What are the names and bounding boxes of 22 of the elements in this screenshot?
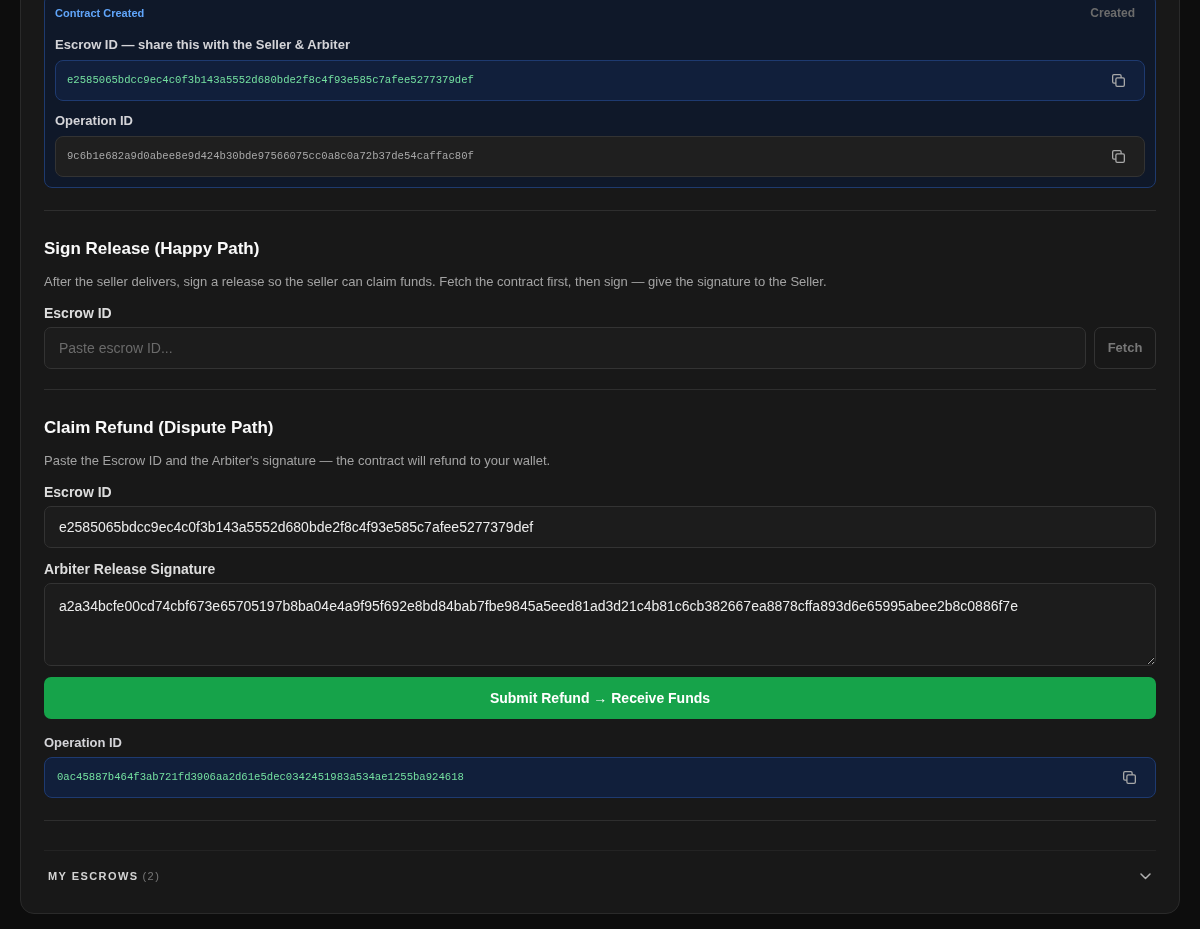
- copy-icon[interactable]: [1123, 771, 1136, 784]
- id-value: e2585065bdcc9ec4c0f3b143a5552d680bde2f8c4f93e585c7afee5277379def: [67, 72, 474, 88]
- signature-field[interactable]: a2a34bcfe00cd74cbf673e65705197b8ba04e4a9f95f692e8bd84bab7fbe9845a5eed81ad3d21c4b81c6cb382667ea8878cffa893d6e65995abee2b8c0886f7e: [44, 583, 1156, 666]
- section-title: Sign Release (Happy Path): [44, 238, 261, 260]
- section-description: Paste the Escrow ID and the Arbiter's signature — the contract will refund to your wallet.: [44, 452, 552, 470]
- input-field[interactable]: Paste escrow ID...: [44, 327, 1086, 369]
- id-value: 9c6b1e682a9d0abee8e9d424b30bde97566075cc0a8c0a72b37de54caffac80f: [67, 148, 474, 164]
- input-field[interactable]: e2585065bdcc9ec4c0f3b143a5552d680bde2f8c4f93e585c7afee5277379def: [44, 506, 1156, 548]
- my-escrows-toggle[interactable]: MY ESCROWS (2): [44, 850, 1156, 901]
- field-label: Operation ID: [44, 734, 123, 752]
- field-label: Operation ID: [55, 112, 134, 130]
- status-label: Created: [1090, 5, 1135, 21]
- result-title: Contract Created: [55, 6, 145, 21]
- field-label: Arbiter Release Signature: [44, 560, 217, 578]
- field-label: Escrow ID: [44, 483, 113, 501]
- id-value: 0ac45887b464f3ab721fd3906aa2d61e5dec0342451983a534ae1255ba924618: [57, 769, 464, 785]
- field-label: Escrow ID: [44, 304, 113, 322]
- section-description: After the seller delivers, sign a release so the seller can claim funds. Fetch the contract first, then sign — give the signature to the Seller.: [44, 273, 828, 291]
- section-title: Claim Refund (Dispute Path): [44, 417, 275, 439]
- field-label: Escrow ID — share this with the Seller & Arbiter: [55, 36, 351, 54]
- copy-icon[interactable]: [1112, 150, 1125, 163]
- copy-icon[interactable]: [1112, 74, 1125, 87]
